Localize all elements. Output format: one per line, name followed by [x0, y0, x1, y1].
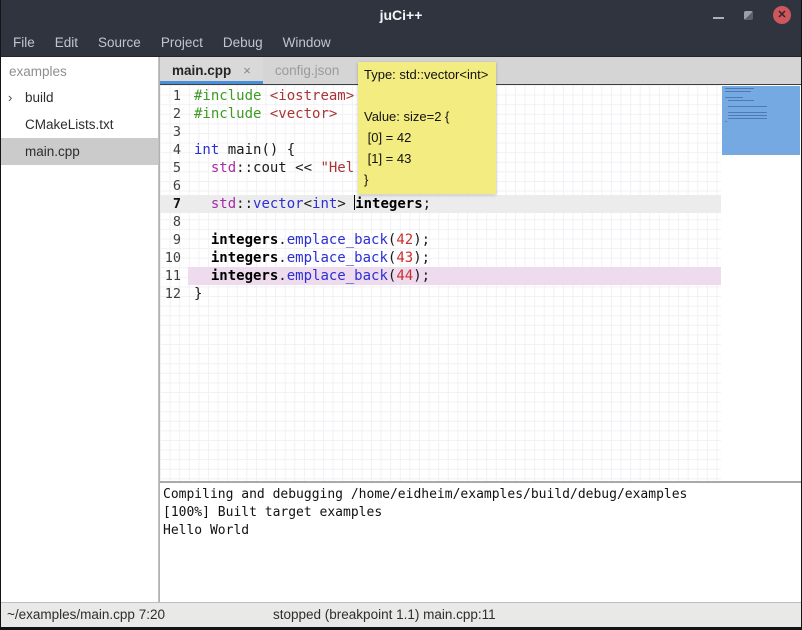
minimap-viewport[interactable]: [722, 86, 800, 155]
code-line-9[interactable]: 9 integers.emplace_back(42);: [160, 231, 721, 249]
line-number: 10: [160, 249, 188, 267]
tab-close-icon[interactable]: ×: [243, 63, 251, 78]
line-number: 1: [160, 87, 188, 105]
sidebar-item-main-cpp[interactable]: main.cpp: [1, 138, 158, 165]
tooltip-line: [1] = 43: [364, 148, 488, 169]
minimap-code-line: [728, 112, 767, 114]
code-text: }: [188, 285, 721, 303]
status-file-position: ~/examples/main.cpp 7:20: [7, 603, 165, 627]
menu-item-debug[interactable]: Debug: [213, 30, 273, 56]
line-number: 6: [160, 177, 188, 195]
minimap-code-line: [725, 121, 727, 123]
status-bar: ~/examples/main.cpp 7:20 stopped (breakp…: [1, 602, 801, 627]
line-number: 3: [160, 123, 188, 141]
tooltip-line: Type: std::vector<int>: [364, 64, 488, 85]
menu-bar: FileEditSourceProjectDebugWindow: [1, 30, 801, 57]
window-title: juCi++: [1, 0, 801, 30]
tab-main-cpp[interactable]: main.cpp ×: [160, 57, 263, 84]
status-debug-state: stopped (breakpoint 1.1) main.cpp:11: [273, 603, 496, 627]
output-line: [100%] Built target examples: [163, 504, 801, 522]
minimap-code-line: [725, 88, 754, 90]
code-line-8[interactable]: 8: [160, 213, 721, 231]
code-line-10[interactable]: 10 integers.emplace_back(43);: [160, 249, 721, 267]
code-line-12[interactable]: 12}: [160, 285, 721, 303]
close-icon: ✕: [777, 9, 786, 21]
line-number: 9: [160, 231, 188, 249]
line-number: 5: [160, 159, 188, 177]
tab-label: config.json: [275, 63, 340, 78]
window-titlebar[interactable]: juCi++ ✕: [1, 0, 801, 30]
app-window: juCi++ ✕ FileEditSourceProjectDebugWindo…: [0, 0, 802, 630]
minimap-code-line: [725, 91, 751, 93]
minimap-code-line: [728, 115, 767, 117]
close-button[interactable]: ✕: [773, 6, 791, 24]
code-text: integers.emplace_back(42);: [188, 231, 721, 249]
window-controls: ✕: [713, 0, 791, 30]
code-line-11[interactable]: 11 integers.emplace_back(44);: [160, 267, 721, 285]
sidebar-item-label: main.cpp: [25, 144, 80, 159]
project-sidebar: examples › build CMakeLists.txt main.cpp: [1, 57, 158, 602]
line-number: 11: [160, 267, 188, 285]
tooltip-line: }: [364, 169, 488, 190]
minimap-code-line: [728, 106, 767, 108]
tab-config-json[interactable]: config.json: [263, 57, 352, 84]
tooltip-line: Value: size=2 {: [364, 106, 488, 127]
project-name-header: examples: [1, 57, 158, 84]
debug-value-tooltip: Type: std::vector<int>Value: size=2 { [0…: [358, 62, 496, 194]
maximize-button[interactable]: [744, 11, 753, 20]
sidebar-item-label: build: [25, 90, 54, 105]
output-line: Compiling and debugging /home/eidheim/ex…: [163, 486, 801, 504]
line-number: 7: [160, 195, 188, 213]
tooltip-line: [364, 85, 488, 106]
minimap[interactable]: [721, 85, 801, 481]
minimap-code-line: [728, 100, 754, 102]
output-panel: Compiling and debugging /home/eidheim/ex…: [160, 483, 801, 602]
tooltip-line: [0] = 42: [364, 127, 488, 148]
code-text: integers.emplace_back(44);: [188, 267, 721, 285]
minimap-code-line: [728, 118, 767, 120]
code-text: std::vector<int> integers;: [188, 195, 721, 213]
minimap-code-line: [725, 97, 743, 99]
output-line: Hello World: [163, 522, 801, 540]
sidebar-item-build[interactable]: › build: [1, 84, 158, 111]
minimize-button[interactable]: [713, 17, 724, 19]
chevron-right-icon[interactable]: ›: [8, 84, 12, 111]
sidebar-item-cmakelists-txt[interactable]: CMakeLists.txt: [1, 111, 158, 138]
line-number: 4: [160, 141, 188, 159]
line-number: 2: [160, 105, 188, 123]
line-number: 12: [160, 285, 188, 303]
menu-item-file[interactable]: File: [3, 30, 45, 56]
tab-label: main.cpp: [172, 63, 231, 78]
line-number: 8: [160, 213, 188, 231]
code-text: [188, 213, 721, 231]
menu-item-edit[interactable]: Edit: [45, 30, 88, 56]
code-line-7[interactable]: 7 std::vector<int> integers;: [160, 195, 721, 213]
sidebar-item-label: CMakeLists.txt: [25, 117, 114, 132]
menu-item-project[interactable]: Project: [151, 30, 213, 56]
file-tree: › build CMakeLists.txt main.cpp: [1, 84, 158, 165]
menu-item-window[interactable]: Window: [273, 30, 341, 56]
code-text: integers.emplace_back(43);: [188, 249, 721, 267]
menu-item-source[interactable]: Source: [88, 30, 151, 56]
